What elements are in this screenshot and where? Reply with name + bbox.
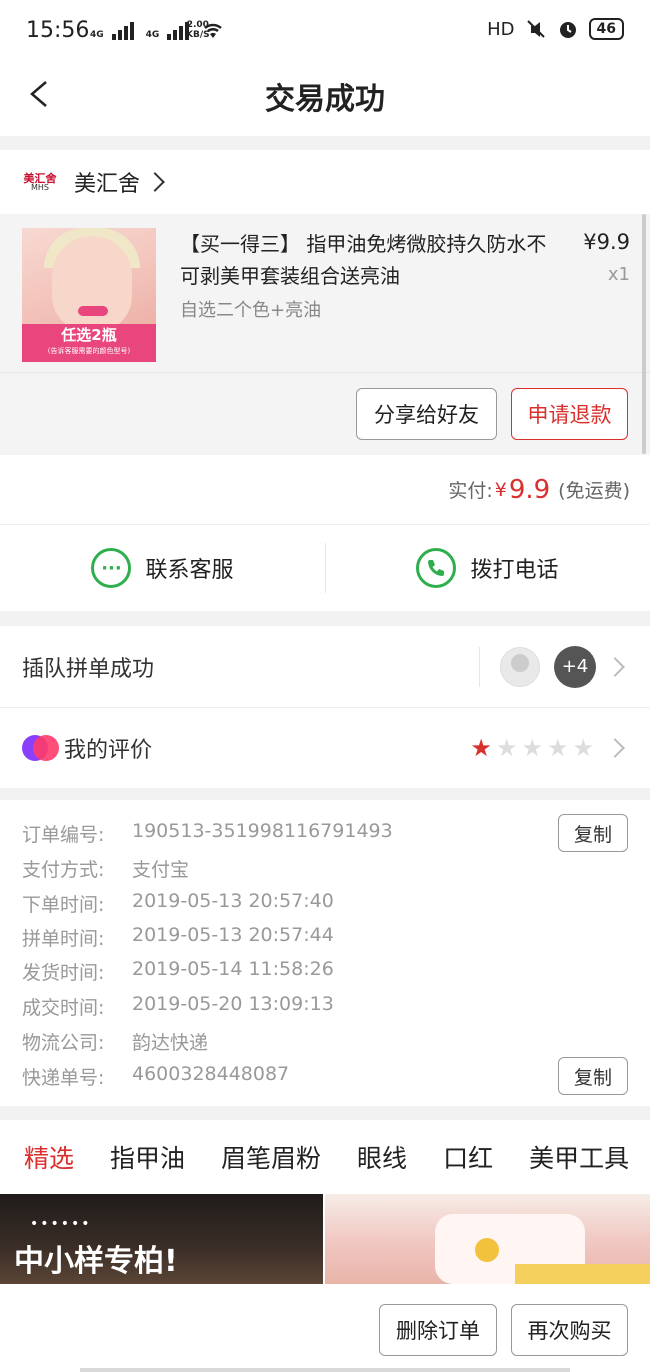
copy-tracking-number-button[interactable]: 复制 bbox=[558, 1057, 628, 1095]
star-empty-icon: ★ bbox=[572, 734, 594, 762]
star-empty-icon: ★ bbox=[521, 734, 543, 762]
payment-amount: 9.9 bbox=[508, 474, 551, 505]
product-quantity: x1 bbox=[607, 264, 630, 285]
review-icon bbox=[22, 735, 59, 761]
order-info: 订单编号: 190513-351998116791493 复制 支付方式: 支付宝 … bbox=[0, 800, 650, 1106]
payment-label: 实付: bbox=[448, 480, 493, 502]
share-button[interactable]: 分享给好友 bbox=[356, 388, 497, 440]
buy-again-button[interactable]: 再次购买 bbox=[511, 1304, 628, 1356]
contact-service-button[interactable]: ··· 联系客服 bbox=[0, 525, 325, 611]
group-order-row[interactable]: 插队拼单成功 +4 bbox=[0, 626, 650, 708]
copy-order-number-button[interactable]: 复制 bbox=[558, 814, 628, 852]
contact-service-label: 联系客服 bbox=[145, 558, 234, 583]
network-type-1: 4G bbox=[90, 30, 104, 40]
ship-time: 2019-05-14 11:58:26 bbox=[132, 958, 334, 980]
chevron-right-icon bbox=[605, 738, 625, 758]
order-time: 2019-05-13 20:57:40 bbox=[132, 890, 334, 912]
order-time-row: 下单时间: 2019-05-13 20:57:40 bbox=[22, 890, 334, 916]
alarm-icon bbox=[559, 22, 576, 38]
hd-icon: HD bbox=[487, 18, 515, 40]
network-speed: 2.00 KB/S bbox=[186, 20, 210, 40]
network-type-2: 4G bbox=[145, 30, 160, 40]
category-tabs: 精选 指甲油 眉笔眉粉 眼线 口红 美甲工具 bbox=[0, 1120, 650, 1194]
tab-lipstick[interactable]: 口红 bbox=[443, 1139, 493, 1175]
tab-nail-tools[interactable]: 美甲工具 bbox=[529, 1139, 629, 1175]
my-review-row[interactable]: 我的评价 ★ ★ ★ ★ ★ bbox=[0, 708, 650, 788]
payment-summary: 实付: ¥ 9.9 (免运费) bbox=[0, 455, 650, 525]
product-spec: 自选二个色+亮油 bbox=[180, 300, 322, 321]
logistics-company-row: 物流公司: 韵达快递 bbox=[22, 1028, 208, 1055]
tab-eyebrow[interactable]: 眉笔眉粉 bbox=[221, 1139, 321, 1175]
star-empty-icon: ★ bbox=[495, 734, 518, 762]
status-bar: 15:56 4G 4G 2.00 KB/S HD 46 bbox=[0, 0, 650, 62]
bottom-action-bar: 删除订单 再次购买 bbox=[0, 1284, 650, 1372]
product-item[interactable]: 任选2瓶 (告诉客服需要的颜色型号) 【买一得三】 指甲油免烤微胶持久防水不可剥… bbox=[0, 214, 650, 455]
divider bbox=[0, 372, 650, 373]
phone-icon bbox=[416, 548, 457, 588]
store-link[interactable]: 美汇舍 MHS 美汇舍 bbox=[0, 150, 650, 214]
battery-icon: 46 bbox=[588, 18, 624, 40]
signal-bars-icon bbox=[111, 20, 134, 40]
ship-time-row: 发货时间: 2019-05-14 11:58:26 bbox=[22, 958, 334, 984]
star-empty-icon: ★ bbox=[546, 734, 569, 762]
home-indicator bbox=[80, 1368, 570, 1372]
chat-icon: ··· bbox=[91, 548, 132, 588]
shipping-note: (免运费) bbox=[558, 480, 630, 502]
refund-button[interactable]: 申请退款 bbox=[511, 388, 628, 440]
delete-order-button[interactable]: 删除订单 bbox=[379, 1304, 497, 1356]
tab-nail-polish[interactable]: 指甲油 bbox=[110, 1139, 185, 1175]
feed-card[interactable]: •••••• 中小样专柏! bbox=[0, 1194, 323, 1284]
payment-method: 支付宝 bbox=[132, 859, 190, 881]
scrollbar bbox=[642, 214, 646, 454]
chevron-right-icon bbox=[145, 172, 165, 192]
currency-symbol: ¥ bbox=[494, 478, 507, 501]
mute-icon bbox=[526, 20, 545, 38]
order-number-row: 订单编号: 190513-351998116791493 bbox=[22, 820, 393, 846]
star-filled-icon: ★ bbox=[470, 734, 492, 762]
rating-stars: ★ ★ ★ ★ ★ bbox=[470, 736, 594, 760]
divider bbox=[479, 646, 480, 687]
product-title: 【买一得三】 指甲油免烤微胶持久防水不可剥美甲套装组合送亮油 bbox=[180, 232, 547, 288]
order-card: 美汇舍 MHS 美汇舍 任选2瓶 (告诉客服需要的颜色型号) 【买一得三】 指甲… bbox=[0, 150, 650, 455]
divider bbox=[325, 543, 326, 593]
product-image[interactable]: 任选2瓶 (告诉客服需要的颜色型号) bbox=[22, 228, 156, 362]
store-name: 美汇舍 bbox=[74, 172, 141, 197]
order-number: 190513-351998116791493 bbox=[132, 820, 393, 842]
deal-time: 2019-05-20 13:09:13 bbox=[132, 993, 334, 1015]
review-label: 我的评价 bbox=[64, 738, 153, 763]
tracking-number-row: 快递单号: 4600328448087 bbox=[22, 1063, 290, 1089]
store-logo: 美汇舍 MHS bbox=[23, 171, 57, 192]
tracking-number: 4600328448087 bbox=[132, 1063, 290, 1085]
avatar bbox=[500, 646, 540, 687]
product-price: ¥9.9 bbox=[583, 230, 630, 254]
deal-time-row: 成交时间: 2019-05-20 13:09:13 bbox=[22, 993, 334, 1019]
page-title: 交易成功 bbox=[265, 82, 385, 117]
feed-card-caption: 中小样专柏! bbox=[14, 1244, 178, 1279]
recommendation-feed: •••••• 中小样专柏! bbox=[0, 1194, 650, 1284]
group-time: 2019-05-13 20:57:44 bbox=[132, 924, 334, 946]
group-order-label: 插队拼单成功 bbox=[22, 656, 155, 682]
call-phone-button[interactable]: 拨打电话 bbox=[325, 525, 650, 611]
tab-eyeliner[interactable]: 眼线 bbox=[357, 1139, 407, 1175]
tab-featured[interactable]: 精选 bbox=[24, 1139, 74, 1175]
contact-row: ··· 联系客服 拨打电话 bbox=[0, 525, 650, 611]
call-phone-label: 拨打电话 bbox=[470, 558, 559, 583]
feed-card[interactable] bbox=[325, 1194, 650, 1284]
status-right: HD 46 bbox=[487, 18, 624, 40]
logistics-company: 韵达快递 bbox=[132, 1032, 209, 1054]
clock: 15:56 bbox=[26, 18, 90, 43]
payment-method-row: 支付方式: 支付宝 bbox=[22, 855, 189, 882]
more-members-badge: +4 bbox=[554, 645, 596, 688]
nav-bar: 交易成功 bbox=[0, 62, 650, 136]
chevron-right-icon bbox=[605, 656, 625, 677]
group-time-row: 拼单时间: 2019-05-13 20:57:44 bbox=[22, 924, 334, 950]
